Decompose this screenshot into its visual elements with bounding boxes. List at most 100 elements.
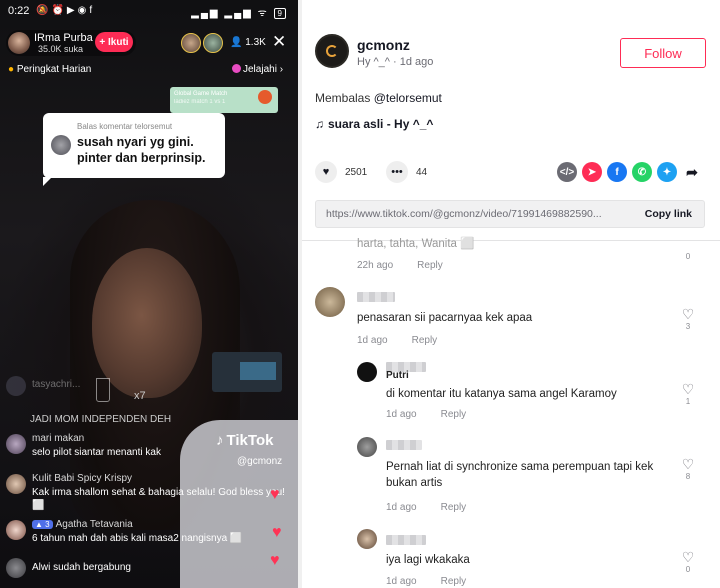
follow-button[interactable]: Follow <box>620 38 706 68</box>
music-note-icon: ♫ <box>315 117 324 131</box>
watermark-user: @gcmonz <box>237 456 283 467</box>
comment-like-count: 0 <box>685 565 691 574</box>
facebook-icon[interactable]: f <box>607 162 627 182</box>
status-bar: 0:22 🔕⏰▶◉f ▂▄▆ ▂▄▆ ᯤ 9 <box>0 0 298 24</box>
chat-name: ▲ 3 Agatha Tetavania <box>32 519 133 530</box>
like-stat[interactable]: ♥ 2501 <box>315 161 367 183</box>
person-icon: 👤 <box>230 37 243 48</box>
sound-link[interactable]: ♫ suara asli - Hy ^_^ <box>315 117 433 131</box>
game-icon <box>258 90 272 104</box>
comment-meta: 1d ago Reply <box>357 335 437 346</box>
explore-button[interactable]: Jelajahi › <box>232 64 283 75</box>
comment-like[interactable]: ♡ 8 <box>679 456 697 481</box>
chat-name: mari makan <box>32 433 85 444</box>
heart-icon: ♥ <box>270 552 280 569</box>
chat-name: tasyachri... <box>32 379 81 390</box>
commenter-avatar <box>51 135 71 155</box>
chat-banner-text: JADI MOM INDEPENDEN DEH <box>30 414 172 425</box>
comment-like-count: 3 <box>685 322 691 331</box>
reply-link[interactable]: Reply <box>412 335 438 346</box>
gift-multiplier: x7 <box>134 390 146 402</box>
author-subtitle: Hy ^_^ · 1d ago <box>357 56 434 68</box>
streamer-face <box>92 248 202 398</box>
heart-outline-icon[interactable]: ♡ <box>679 381 697 397</box>
explore-icon <box>232 64 241 73</box>
commenter-avatar[interactable] <box>357 362 377 382</box>
heart-outline-icon[interactable]: ♡ <box>679 306 697 322</box>
heart-outline-icon[interactable]: ♡ <box>679 549 697 565</box>
chat-avatar[interactable] <box>6 520 26 540</box>
heart-icon[interactable]: ♥ <box>315 161 337 183</box>
host-likes: 35.0K suka <box>38 44 84 54</box>
ranking-label: Peringkat Harian <box>16 64 92 75</box>
top-viewer-avatar[interactable] <box>203 33 223 53</box>
close-icon[interactable]: ✕ <box>272 32 286 52</box>
comment-like[interactable]: ♡ 3 <box>679 306 697 331</box>
comment-time: 1d ago <box>386 576 417 587</box>
comment-stat[interactable]: ••• 44 <box>386 161 427 183</box>
comment-meta: 1d ago Reply <box>386 502 466 513</box>
comment-like[interactable]: ♡ 0 <box>679 549 697 574</box>
comment-meta: 1d ago Reply <box>386 409 466 420</box>
watermark-brand: TikTok <box>226 432 274 449</box>
viewer-count[interactable]: 👤 1.3K <box>230 37 266 48</box>
commenter-avatar[interactable] <box>315 287 345 317</box>
daily-ranking[interactable]: ● Peringkat Harian <box>8 64 91 75</box>
commenter-avatar[interactable] <box>357 437 377 457</box>
chat-avatar <box>6 376 26 396</box>
screenshot-root: 0:22 🔕⏰▶◉f ▂▄▆ ▂▄▆ ᯤ 9 IRma Purba 35.0K … <box>0 0 720 588</box>
reply-link[interactable]: Reply <box>441 502 467 513</box>
twitter-icon[interactable]: ✦ <box>657 162 677 182</box>
reply-mention[interactable]: @telorsemut <box>374 91 442 105</box>
embed-icon[interactable]: </> <box>557 162 577 182</box>
comment-like[interactable]: 0 <box>679 238 697 261</box>
comment-text: di komentar itu katanya sama angel Karam… <box>386 388 617 400</box>
status-time: 0:22 <box>8 5 30 17</box>
comment-text: Pernah liat di synchronize sama perempua… <box>386 461 654 489</box>
promo-title: Global Game Match <box>174 91 228 97</box>
heart-outline-icon[interactable]: ♡ <box>679 456 697 472</box>
top-viewer-avatar[interactable] <box>181 33 201 53</box>
reply-link[interactable]: Reply <box>417 260 443 271</box>
comment-time: 22h ago <box>357 260 394 271</box>
copy-link-button[interactable]: Copy link <box>645 208 692 220</box>
chat-message: Kak irma shallom sehat & bahagia selalu!… <box>32 487 285 511</box>
level-badge: ▲ 3 <box>32 520 53 529</box>
commenter-name-blurred[interactable] <box>386 535 426 545</box>
chat-name: Kulit Babi Spicy Krispy <box>32 473 133 484</box>
host-name: IRma Purba <box>34 32 93 44</box>
comment-meta: 1d ago Reply <box>386 576 466 587</box>
forward-icon[interactable]: ➦ <box>682 162 702 182</box>
reply-card-header: Balas komentar telorsemut <box>77 122 173 131</box>
tiktok-watermark: ♪ TikTok <box>216 432 273 449</box>
comment-like-count: 1 <box>685 397 691 406</box>
share-link-box[interactable]: https://www.tiktok.com/@gcmonz/video/719… <box>315 200 705 228</box>
reply-comment-card: Balas komentar telorsemut susah nyari yg… <box>43 113 225 186</box>
whatsapp-icon[interactable]: ✆ <box>632 162 652 182</box>
commenter-avatar[interactable] <box>357 529 377 549</box>
chat-avatar[interactable] <box>6 474 26 494</box>
commenter-name-blurred[interactable] <box>357 292 395 302</box>
comment-like[interactable]: ♡ 1 <box>679 381 697 406</box>
comment-like-count: 0 <box>685 252 691 261</box>
video-detail-panel: gcmonz Hy ^_^ · 1d ago Follow Membalas @… <box>302 0 720 588</box>
tiktok-logo-icon: ♪ <box>216 432 224 449</box>
reply-card-text: susah nyari yg gini. pinter dan berprins… <box>77 135 206 165</box>
heart-icon: ♥ <box>272 524 282 541</box>
reply-link[interactable]: Reply <box>441 576 467 587</box>
game-promo-banner[interactable]: Global Game Match ladiez match 1 vs 1 <box>170 87 278 113</box>
viewer-count-value: 1.3K <box>245 37 266 48</box>
follow-host-button[interactable]: + Ikuti <box>95 32 133 52</box>
reply-link[interactable]: Reply <box>441 409 467 420</box>
comment-time: 1d ago <box>357 335 388 346</box>
send-icon[interactable]: ➤ <box>582 162 602 182</box>
commenter-name-blurred[interactable] <box>386 440 422 450</box>
author-username[interactable]: gcmonz <box>357 37 410 53</box>
commenter-name[interactable]: Putri <box>386 368 409 384</box>
author-avatar[interactable] <box>315 34 349 68</box>
comment-icon[interactable]: ••• <box>386 161 408 183</box>
chat-avatar[interactable] <box>6 434 26 454</box>
explore-label: Jelajahi <box>243 64 277 75</box>
host-avatar[interactable] <box>8 32 30 54</box>
comment-meta: 22h ago Reply <box>357 260 443 271</box>
